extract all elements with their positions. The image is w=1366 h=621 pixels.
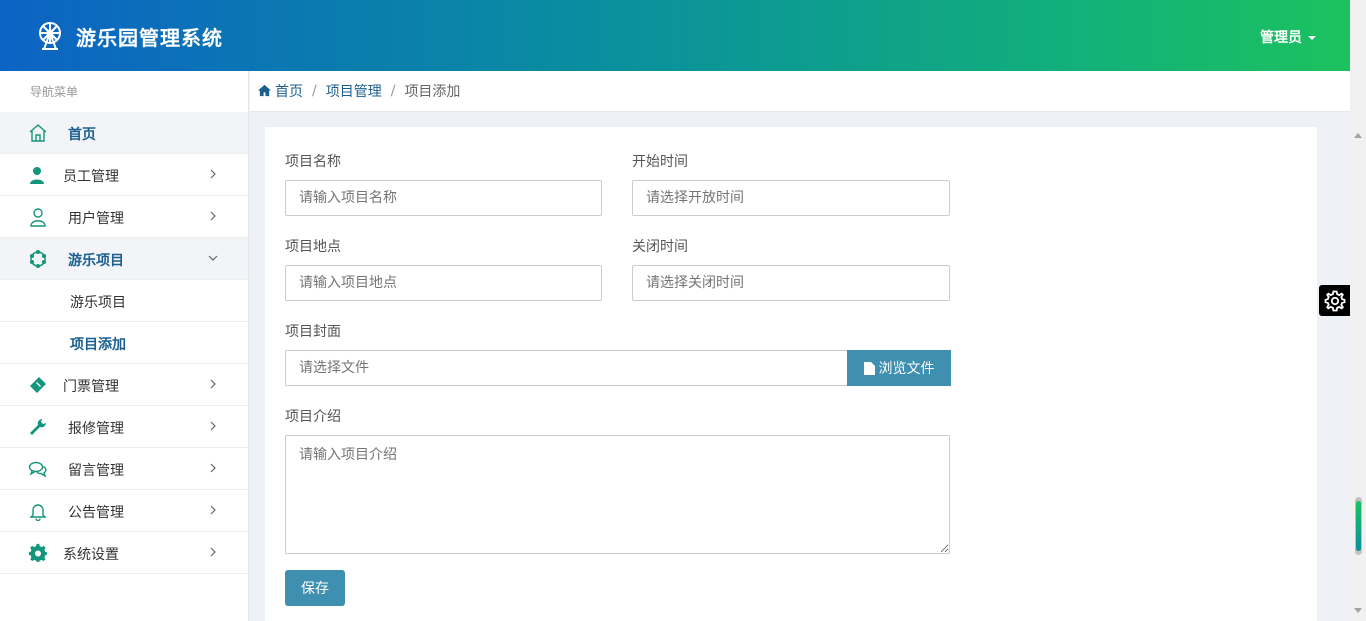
save-button[interactable]: 保存 [285,570,345,606]
chevron-right-icon [210,379,216,389]
browse-file-label: 浏览文件 [878,361,935,377]
theme-settings-button[interactable] [1319,285,1350,316]
sidebar-subitem-attraction-add[interactable]: 项目添加 [0,322,248,364]
scroll-down-arrow-icon[interactable] [1354,608,1362,613]
start-time-label: 开始时间 [632,154,688,170]
breadcrumb-home-link[interactable]: 首页 [258,81,303,101]
chevron-right-icon [210,169,216,179]
breadcrumb-separator: / [390,83,396,99]
sidebar-item-home[interactable]: 首页 [0,112,248,154]
location-label: 项目地点 [285,239,341,255]
app-title: 游乐园管理系统 [76,26,223,50]
sidebar-item-tickets[interactable]: 门票管理 [0,364,248,406]
sidebar-item-users[interactable]: 用户管理 [0,196,248,238]
chevron-right-icon [210,463,216,473]
breadcrumb-parent-link[interactable]: 项目管理 [326,81,382,101]
breadcrumb-current: 项目添加 [404,84,461,100]
sidebar-item-label: 报修管理 [68,421,124,437]
page-scrollbar[interactable] [1350,0,1366,621]
sidebar-item-label: 留言管理 [68,463,124,479]
main-content: 项目名称 开始时间 项目地点 关闭时间 项目封面 浏览文件 项目介绍 保存 [250,112,1350,621]
sidebar-item-label: 公告管理 [68,505,124,521]
caret-down-icon [1308,36,1316,40]
home-icon [258,84,271,97]
sidebar-item-repairs[interactable]: 报修管理 [0,406,248,448]
ferris-wheel-icon [29,249,47,269]
end-time-input[interactable] [632,265,950,301]
name-input[interactable] [285,180,602,216]
user-outline-icon [30,208,46,227]
sidebar-item-label: 首页 [68,127,96,143]
wrench-icon [30,419,46,435]
sidebar-item-notices[interactable]: 公告管理 [0,490,248,532]
name-label: 项目名称 [285,154,341,170]
sidebar-nav: 导航菜单 首页 员工管理 用户管理 游乐项目 游乐项目 项目添加 门票管理 报修… [0,71,249,621]
chevron-right-icon [210,421,216,431]
top-header: 游乐园管理系统 管理员 [0,0,1350,71]
form-card: 项目名称 开始时间 项目地点 关闭时间 项目封面 浏览文件 项目介绍 保存 [265,127,1317,621]
start-time-input[interactable] [632,180,950,216]
ticket-icon [30,377,46,393]
sidebar-item-label: 门票管理 [63,379,119,395]
user-solid-icon [30,167,44,184]
chevron-right-icon [210,211,216,221]
intro-label: 项目介绍 [285,409,341,425]
location-input[interactable] [285,265,602,301]
sidebar-item-label: 游乐项目 [68,253,124,269]
sidebar-item-settings[interactable]: 系统设置 [0,532,248,574]
chevron-right-icon [210,547,216,557]
sidebar-item-staff[interactable]: 员工管理 [0,154,248,196]
end-time-label: 关闭时间 [632,239,688,255]
cover-label: 项目封面 [285,324,341,340]
sidebar-item-label: 系统设置 [63,547,119,563]
breadcrumb-separator: / [312,83,317,99]
scrollbar-thumb[interactable] [1355,497,1362,555]
sidebar-item-attractions[interactable]: 游乐项目 [0,238,248,280]
breadcrumb-home-label: 首页 [275,84,303,100]
chevron-down-icon [208,255,218,261]
gear-icon [28,543,47,562]
sidebar-subitem-attraction-list[interactable]: 游乐项目 [0,280,248,322]
user-menu-dropdown[interactable]: 管理员 [1260,27,1316,47]
cover-file-input[interactable] [285,350,848,386]
home-icon [29,124,47,142]
intro-textarea[interactable] [285,435,950,554]
gear-icon [1324,290,1345,311]
nav-heading: 导航菜单 [30,85,79,99]
sidebar-subitem-label: 项目添加 [70,337,126,353]
sidebar-item-label: 员工管理 [63,169,119,185]
user-menu-label: 管理员 [1260,30,1302,46]
breadcrumb: 首页 / 项目管理 / 项目添加 [250,71,1350,112]
scroll-up-arrow-icon[interactable] [1354,133,1362,138]
sidebar-item-label: 用户管理 [68,211,124,227]
chevron-right-icon [210,505,216,515]
file-icon [863,361,875,375]
bell-icon [29,504,47,521]
comments-icon [28,461,47,478]
sidebar-item-messages[interactable]: 留言管理 [0,448,248,490]
ferris-wheel-logo-icon [39,22,61,50]
sidebar-subitem-label: 游乐项目 [70,295,126,311]
browse-file-button[interactable]: 浏览文件 [847,350,951,386]
